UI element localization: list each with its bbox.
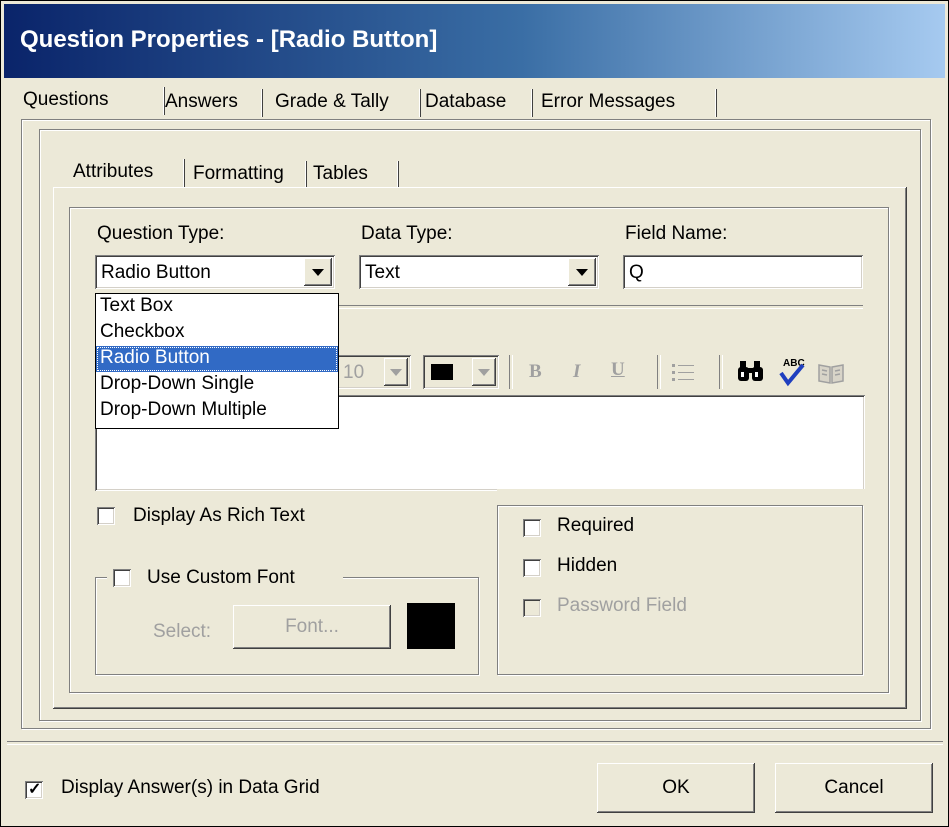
spellcheck-icon[interactable]: ABC <box>777 355 807 387</box>
tab-answers-label: Answers <box>165 91 238 112</box>
font-size-select: 10 <box>335 355 411 389</box>
tab-error-messages-label: Error Messages <box>541 91 676 112</box>
list-icon <box>672 364 694 381</box>
binoculars-icon[interactable] <box>737 359 767 385</box>
color-select <box>423 355 499 389</box>
chevron-down-icon <box>390 369 402 376</box>
toolbar-separator <box>719 355 723 389</box>
question-type-label: Question Type: <box>97 223 225 244</box>
question-type-dropdown-list[interactable]: Text Box Checkbox Radio Button Drop-Down… <box>95 293 339 429</box>
color-swatch-icon <box>431 364 453 380</box>
option-drop-down-multiple[interactable]: Drop-Down Multiple <box>96 398 338 424</box>
tab-grade-tally-label: Grade & Tally <box>275 91 389 112</box>
font-color-swatch <box>407 603 455 649</box>
tab-grade-tally[interactable]: Grade & Tally <box>269 85 421 119</box>
data-type-select[interactable]: Text <box>359 255 599 289</box>
footer-separator <box>7 741 943 745</box>
question-type-value: Radio Button <box>101 262 211 283</box>
separator <box>337 305 863 309</box>
select-label: Select: <box>153 621 212 642</box>
display-rich-text-label: Display As Rich Text <box>133 505 305 526</box>
option-radio-button[interactable]: Radio Button <box>96 346 338 372</box>
use-custom-font-label: Use Custom Font <box>147 567 295 588</box>
display-answers-label: Display Answer(s) in Data Grid <box>61 777 320 798</box>
title-bar[interactable]: Question Properties - [Radio Button] <box>4 4 945 78</box>
question-type-select[interactable]: Radio Button <box>95 255 335 289</box>
tab-answers[interactable]: Answers <box>161 85 263 119</box>
chevron-down-icon <box>478 369 490 376</box>
font-size-value: 10 <box>343 362 365 383</box>
hidden-label: Hidden <box>557 555 618 576</box>
custom-font-group-header: Use Custom Font <box>107 567 343 591</box>
window-title: Question Properties - [Radio Button] <box>20 26 438 53</box>
checkmark-icon: ✓ <box>28 781 42 798</box>
data-type-value: Text <box>365 262 400 283</box>
option-text-box[interactable]: Text Box <box>96 294 338 320</box>
question-properties-dialog: Question Properties - [Radio Button] Que… <box>0 0 949 827</box>
field-name-value: Q <box>629 262 644 283</box>
tab-database[interactable]: Database <box>419 85 533 119</box>
font-size-dropdown-button <box>384 358 408 386</box>
display-answers-checkbox[interactable]: ✓ <box>25 781 43 799</box>
chevron-down-icon <box>576 269 588 276</box>
color-dropdown-button <box>472 358 496 386</box>
tab-attributes[interactable]: Attributes <box>67 155 185 189</box>
question-type-dropdown-button[interactable] <box>304 258 332 286</box>
chevron-down-icon <box>312 269 324 276</box>
data-type-dropdown-button[interactable] <box>568 258 596 286</box>
option-checkbox[interactable]: Checkbox <box>96 320 338 346</box>
option-drop-down-single[interactable]: Drop-Down Single <box>96 372 338 398</box>
password-field-label: Password Field <box>557 595 687 616</box>
tab-formatting-label: Formatting <box>193 163 284 184</box>
tab-error-messages[interactable]: Error Messages <box>533 85 717 119</box>
tab-tables[interactable]: Tables <box>307 157 399 191</box>
tab-questions-label: Questions <box>23 89 109 110</box>
tab-questions[interactable]: Questions <box>17 83 165 117</box>
underline-button: U <box>611 359 625 380</box>
display-rich-text-checkbox[interactable] <box>97 507 115 525</box>
field-options-group <box>497 505 863 675</box>
field-name-label: Field Name: <box>625 223 728 244</box>
hidden-checkbox[interactable] <box>523 559 541 577</box>
ok-button[interactable]: OK <box>597 763 755 813</box>
tab-database-label: Database <box>425 91 507 112</box>
tab-tables-label: Tables <box>313 163 368 184</box>
field-name-input[interactable]: Q <box>623 255 863 289</box>
book-icon <box>818 364 844 384</box>
toolbar-separator <box>509 355 513 389</box>
use-custom-font-checkbox[interactable] <box>113 569 131 587</box>
editor-bottom-gap <box>497 489 867 493</box>
required-checkbox[interactable] <box>523 519 541 537</box>
tab-formatting[interactable]: Formatting <box>187 157 307 191</box>
cancel-button[interactable]: Cancel <box>775 763 933 813</box>
italic-button: I <box>573 361 581 382</box>
tab-attributes-label: Attributes <box>73 161 154 182</box>
password-field-checkbox <box>523 599 541 617</box>
data-type-label: Data Type: <box>361 223 453 244</box>
required-label: Required <box>557 515 635 536</box>
toolbar-separator <box>657 355 661 389</box>
font-button: Font... <box>233 605 391 649</box>
bold-button: B <box>529 361 542 382</box>
